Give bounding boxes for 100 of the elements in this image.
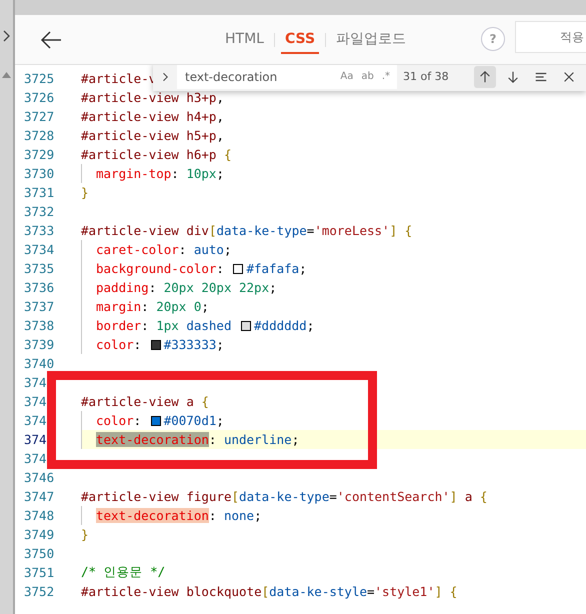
code-token: background-color xyxy=(96,261,216,276)
editor-tab[interactable]: CSS xyxy=(280,26,320,54)
code-token: { xyxy=(480,489,488,504)
editor-tab[interactable]: HTML xyxy=(221,26,268,54)
back-arrow-icon[interactable] xyxy=(40,30,62,48)
code-token: } xyxy=(81,185,89,200)
line-number: 374 xyxy=(23,451,48,466)
code-token: = xyxy=(329,489,337,504)
code-token: none xyxy=(224,508,254,523)
help-button[interactable]: ? xyxy=(481,27,505,51)
code-token: a xyxy=(464,489,474,504)
code-token: : xyxy=(134,337,142,352)
code-token: ; xyxy=(292,432,300,447)
line-number: 3748 xyxy=(23,508,56,523)
search-match: text-decoration xyxy=(96,432,209,447)
line-number: 3731 xyxy=(23,185,56,200)
code-token: 20px 20px 22px xyxy=(164,280,270,295)
code-token: , xyxy=(216,128,224,143)
find-option[interactable]: ab xyxy=(360,71,375,82)
line-number: 3750 xyxy=(23,546,56,561)
code-token: [ xyxy=(232,489,240,504)
code-token: #article-view h5+p xyxy=(81,128,216,143)
code-token: : xyxy=(171,166,180,181)
code-token: : xyxy=(208,432,218,447)
find-option[interactable]: Aa xyxy=(339,71,354,82)
code-token: : xyxy=(216,261,225,276)
code-token: ; xyxy=(254,508,262,523)
line-number: 3727 xyxy=(23,109,56,124)
code-token: #dddddd xyxy=(254,318,307,333)
line-number: 3737 xyxy=(23,299,56,314)
code-token: #fafafa xyxy=(246,261,300,276)
line-number: 3751 xyxy=(23,565,56,580)
code-token: ; xyxy=(216,337,224,352)
line-number: 3747 xyxy=(23,489,56,504)
close-icon xyxy=(562,70,576,84)
code-token: dashed xyxy=(185,318,232,333)
code-token: [ xyxy=(262,584,270,599)
previous-match-button[interactable] xyxy=(474,66,496,88)
code-token: #article-view h4+p xyxy=(81,109,216,124)
code-token: { xyxy=(201,394,209,409)
code-token: #333333 xyxy=(164,337,216,352)
code-token: padding xyxy=(96,280,149,295)
code-token: ; xyxy=(299,261,307,276)
code-token: } xyxy=(81,527,89,542)
line-number: 3739 xyxy=(23,337,56,352)
editor-tab[interactable]: 파일업로드 xyxy=(332,26,410,54)
color-swatch[interactable] xyxy=(241,320,252,330)
apply-button[interactable]: 적용 xyxy=(515,21,586,53)
chevron-right-icon[interactable] xyxy=(2,30,10,42)
code-token: /* 인용문 */ xyxy=(81,564,166,581)
code-token: ; xyxy=(306,318,314,333)
code-token: margin xyxy=(96,299,142,314)
find-option[interactable]: .* xyxy=(380,71,391,82)
code-token: : xyxy=(148,280,158,295)
code-token: = xyxy=(306,223,314,238)
color-swatch[interactable] xyxy=(233,264,244,274)
line-number: 3726 xyxy=(23,90,56,105)
code-token: data-ke-type xyxy=(239,489,330,504)
code-token: : xyxy=(134,413,142,428)
line-number: 374 xyxy=(23,394,48,409)
code-token: : xyxy=(141,299,150,314)
code-token: underline xyxy=(224,432,292,447)
line-number: 3736 xyxy=(23,280,56,295)
color-swatch[interactable] xyxy=(150,416,161,426)
find-field[interactable]: text-decoration Aa ab .* xyxy=(177,65,397,89)
code-token: #article-view h3+p xyxy=(81,90,216,105)
code-token: ; xyxy=(216,166,224,181)
code-token: 'contentSearch' xyxy=(336,489,450,504)
code-token: : xyxy=(178,242,188,257)
line-number: 374 xyxy=(23,413,48,428)
line-number: 3733 xyxy=(23,223,56,238)
line-number: 3749 xyxy=(23,527,56,542)
code-token: #article-v xyxy=(81,71,156,86)
code-token: caret-color xyxy=(96,242,179,257)
code-token: ] xyxy=(450,489,458,504)
line-number: 374 xyxy=(23,432,48,447)
line-number: 3738 xyxy=(23,318,56,333)
code-token: #article-view div xyxy=(81,223,209,238)
code-token: = xyxy=(367,584,375,599)
code-token: ] { xyxy=(390,223,412,238)
line-number: 3732 xyxy=(23,204,56,219)
color-swatch[interactable] xyxy=(150,340,161,350)
code-token: ; xyxy=(216,413,224,428)
code-token: border xyxy=(96,318,142,333)
code-token: , xyxy=(216,109,224,124)
line-number: 3734 xyxy=(23,242,56,257)
code-token: #article-view figure xyxy=(81,489,232,504)
code-token: ; xyxy=(269,280,277,295)
code-token: ; xyxy=(224,242,232,257)
line-number: 3725 xyxy=(23,71,56,86)
code-token: : xyxy=(141,318,150,333)
line-number: 3740 xyxy=(23,356,56,371)
code-token: 'moreLess' xyxy=(314,223,390,238)
code-token: #article-view h6+p xyxy=(81,147,218,162)
line-number: 3728 xyxy=(23,128,56,143)
code-token: data-ke-style xyxy=(269,584,367,599)
arrow-down-icon xyxy=(506,70,520,84)
code-token: 20px 0 xyxy=(156,299,202,314)
line-number: 3752 xyxy=(23,584,56,599)
code-token: { xyxy=(224,147,232,162)
